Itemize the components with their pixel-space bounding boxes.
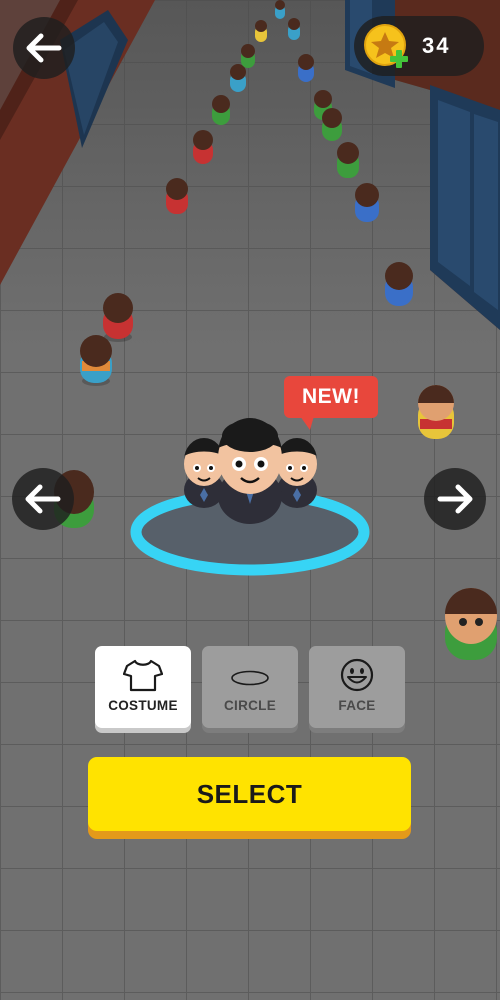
tab-circle-label: CIRCLE: [223, 698, 277, 713]
smiley-icon: [340, 658, 374, 692]
shirt-icon: [123, 659, 163, 692]
select-button-label: SELECT: [196, 778, 303, 809]
next-button[interactable]: [424, 468, 486, 530]
previous-button[interactable]: [12, 468, 74, 530]
coin-count: 34: [422, 33, 451, 58]
arrow-right-icon: [437, 484, 473, 514]
tab-face[interactable]: FACE: [309, 646, 405, 728]
tab-circle[interactable]: CIRCLE: [202, 646, 298, 728]
select-button[interactable]: SELECT: [88, 757, 411, 831]
star-coin-icon[interactable]: [364, 24, 410, 70]
tab-costume[interactable]: COSTUME: [95, 646, 191, 728]
tab-face-label: FACE: [338, 698, 376, 713]
ellipse-icon: [231, 670, 269, 686]
back-button[interactable]: [13, 17, 75, 79]
coin-counter: 34: [354, 16, 484, 76]
new-badge: NEW!: [284, 376, 378, 430]
arrow-left-icon: [25, 484, 61, 514]
tab-costume-label: COSTUME: [108, 698, 178, 713]
arrow-left-icon: [26, 33, 62, 63]
